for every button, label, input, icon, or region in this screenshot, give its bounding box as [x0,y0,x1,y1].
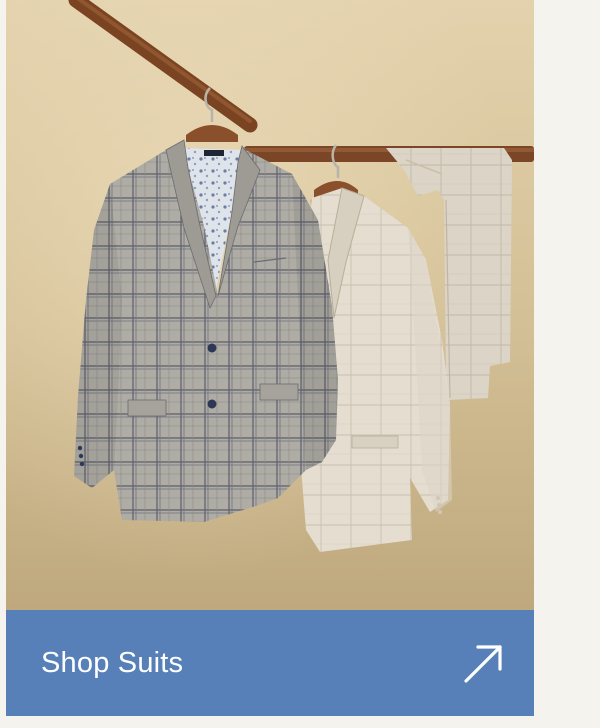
suits-hero-image[interactable] [6,0,534,610]
cta-label[interactable]: Shop Suits [41,647,183,680]
suits-illustration [6,0,534,610]
arrow-up-right-icon[interactable] [462,641,506,685]
gray-plaid-jacket [74,139,338,522]
shop-suits-card[interactable]: Shop Suits [6,0,534,716]
page: Shop Suits [0,0,600,728]
shop-suits-cta[interactable]: Shop Suits [6,610,534,716]
